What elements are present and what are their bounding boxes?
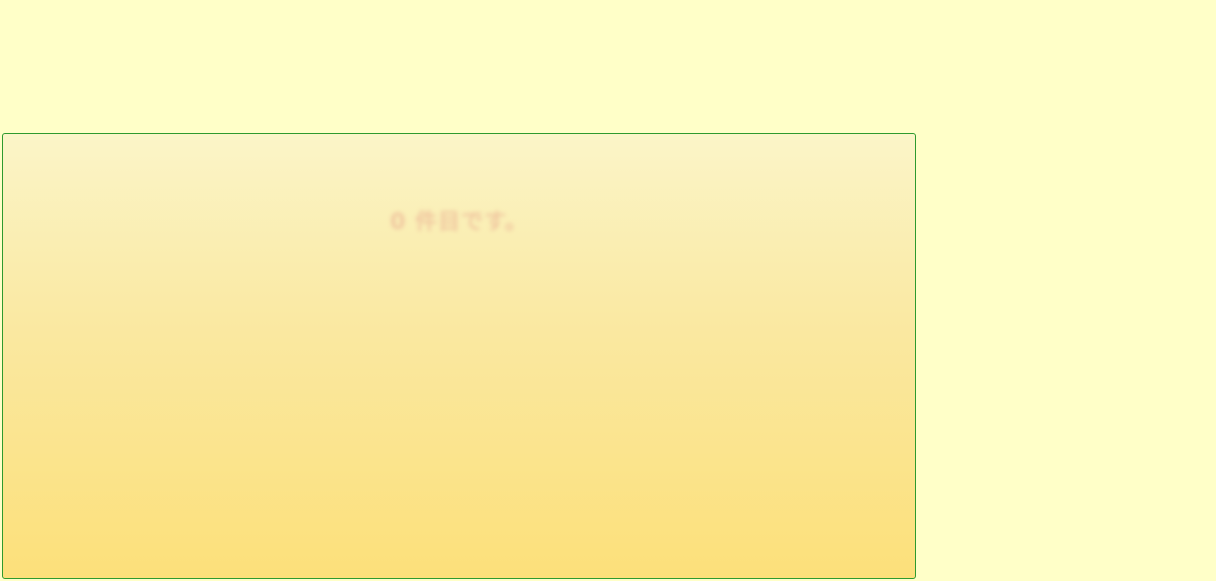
result-panel: 0 件目です。: [2, 133, 916, 579]
result-count-message: 0 件目です。: [390, 210, 528, 235]
